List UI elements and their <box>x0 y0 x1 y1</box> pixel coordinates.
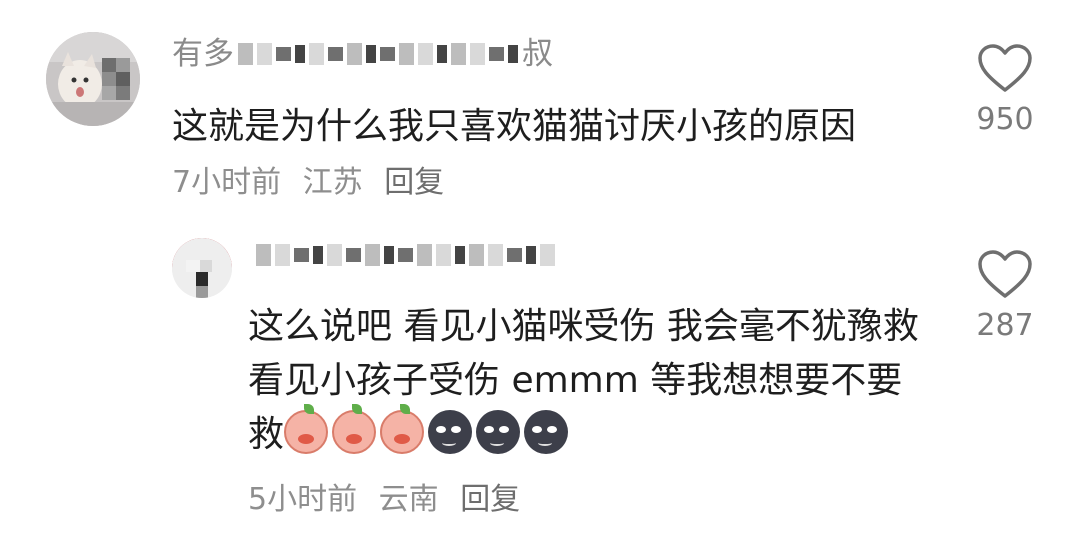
reply-meta: 5小时前 云南 回复 <box>248 478 532 522</box>
username-suffix: 叔 <box>522 36 553 72</box>
comment-time: 7小时前 <box>172 165 282 200</box>
like-count: 287 <box>976 308 1034 343</box>
dark-moon-face-emoji <box>524 410 569 454</box>
like-button[interactable]: 950 <box>960 44 1050 140</box>
heart-outline-icon <box>978 250 1032 298</box>
reply-button[interactable]: 回复 <box>384 165 444 200</box>
reply-avatar[interactable] <box>172 238 232 298</box>
reply-username[interactable] <box>252 244 559 266</box>
username-mosaic <box>238 43 518 65</box>
reply-location: 云南 <box>378 482 439 517</box>
comment-body: 这就是为什么我只喜欢猫猫讨厌小孩的原因 7小时前 江苏 回复 <box>172 100 912 210</box>
dark-moon-face-emoji <box>476 410 521 454</box>
avatar[interactable] <box>46 32 140 126</box>
reply-button[interactable]: 回复 <box>460 482 520 517</box>
cat-avatar-image <box>46 32 140 126</box>
like-count: 950 <box>976 102 1034 137</box>
dark-moon-face-emoji <box>428 410 473 454</box>
comment-location: 江苏 <box>302 165 363 200</box>
peach-face-emoji <box>380 404 425 454</box>
username-prefix: 有多 <box>172 36 234 72</box>
username-mosaic <box>256 244 555 266</box>
peach-face-emoji <box>284 404 329 454</box>
reply-time: 5小时前 <box>248 482 358 517</box>
reply-avatar-image <box>172 238 232 298</box>
comment-meta: 7小时前 江苏 回复 <box>172 165 456 200</box>
comment-username[interactable]: 有多 叔 <box>172 34 553 74</box>
comment-text: 这就是为什么我只喜欢猫猫讨厌小孩的原因 <box>172 106 857 147</box>
peach-face-emoji <box>332 404 377 454</box>
reply-like-button[interactable]: 287 <box>960 250 1050 346</box>
heart-outline-icon <box>978 44 1032 92</box>
comment-thread: 有多 叔 这就是为什么我只喜欢猫猫讨厌小孩的原因 7小时前 江苏 回复 950 <box>0 0 1080 554</box>
reply-body: 这么说吧 看见小猫咪受伤 我会毫不犹豫救 看见小孩子受伤 emmm 等我想想要不… <box>248 300 928 462</box>
